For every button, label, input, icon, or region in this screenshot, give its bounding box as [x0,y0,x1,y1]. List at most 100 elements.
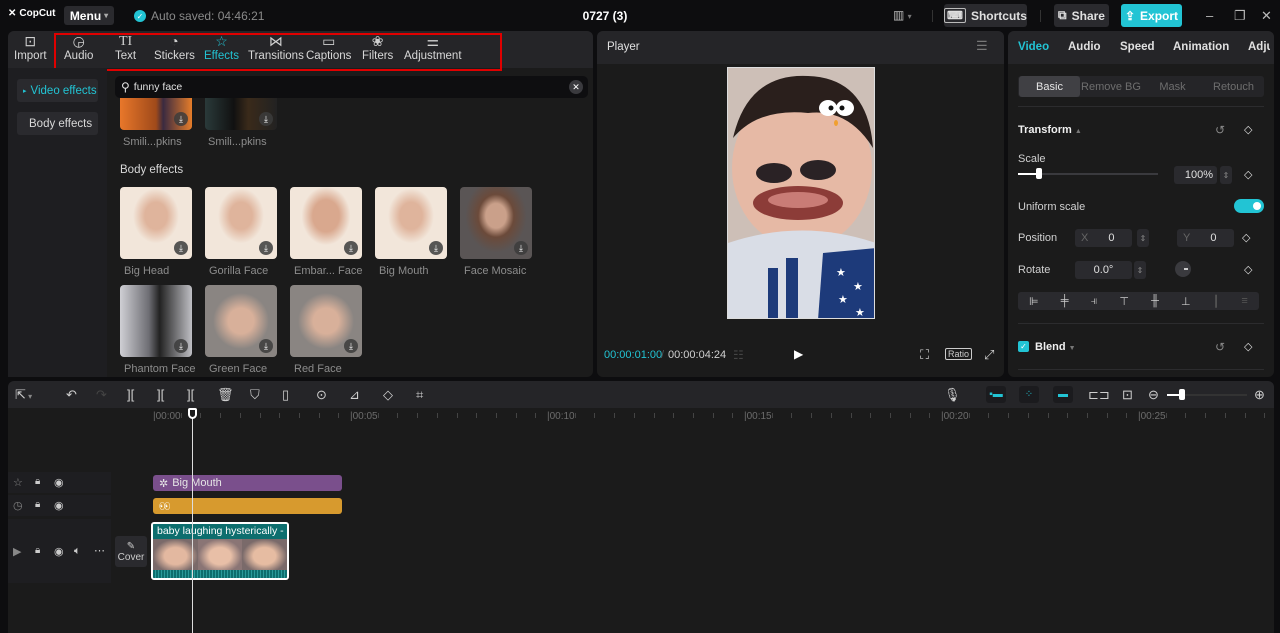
playhead[interactable] [192,410,193,633]
maximize-icon[interactable]: ❐ [1234,8,1246,24]
align-center-v-icon[interactable]: ╫ [1151,295,1159,307]
marker-icon[interactable]: ⛉ [250,387,260,403]
subtab-mask[interactable]: Mask [1142,76,1203,97]
freeze-icon[interactable]: ▯ [282,387,289,403]
auto-snap-icon[interactable]: ⁘ [1019,386,1039,403]
mirror-icon[interactable]: ⊿ [349,387,360,403]
keyframe-icon[interactable]: ◇ [1244,123,1252,136]
effect-thumbnail[interactable]: ⤓ [205,285,277,357]
scale-slider-handle[interactable] [1036,168,1042,179]
effect-thumbnail[interactable]: ⤓ [120,98,192,130]
split-left-icon[interactable]: ][ [157,387,164,402]
effect-thumbnail[interactable]: ⤓ [205,98,277,130]
download-icon[interactable]: ⤓ [174,339,188,353]
effect-thumbnail[interactable]: ⤓ [205,187,277,259]
linkage-icon[interactable]: ▬ [1053,386,1073,403]
effect-clip[interactable]: ✲ Big Mouth [153,475,342,491]
zoom-slider-handle[interactable] [1179,389,1185,400]
zoom-out-icon[interactable]: ⊖ [1148,387,1159,403]
distribute-h-icon[interactable]: ┃ [1213,295,1220,308]
effect-thumbnail[interactable]: ⤓ [120,285,192,357]
align-top-icon[interactable]: ⊤ [1119,295,1129,308]
close-window-icon[interactable]: ✕ [1261,8,1272,24]
align-bottom-icon[interactable]: ⊥ [1181,295,1191,308]
select-cursor-icon[interactable]: ⇱ ▾ [15,387,32,403]
category-body-effects[interactable]: Body effects [17,112,98,135]
microphone-icon[interactable]: 🎙 [944,387,961,403]
transform-title[interactable]: Transform ▲ [1018,124,1082,136]
keyframe-icon[interactable]: ◇ [1244,263,1252,276]
export-button[interactable]: ⇪ Export [1121,4,1182,27]
clear-search-icon[interactable]: ✕ [569,80,583,94]
blend-checkbox[interactable]: ✓ [1018,341,1029,352]
tab-audio[interactable]: Audio [1068,41,1101,53]
distribute-v-icon[interactable]: ≡ [1241,295,1247,307]
crop-icon[interactable]: ⌗ [416,387,423,403]
stepper-icon[interactable]: ⇕ [1220,166,1232,184]
lock-icon[interactable]: 🔒︎ [35,545,40,556]
tab-import[interactable]: ⊡ Import [14,33,47,62]
eye-icon[interactable]: ◉ [54,476,64,489]
download-icon[interactable]: ⤓ [344,241,358,255]
video-clip[interactable]: baby laughing hysterically - b [151,522,289,580]
shortcuts-button[interactable]: ⌨ Shortcuts [944,4,1027,27]
keyframe-icon[interactable]: ◇ [1244,168,1252,181]
effect-thumbnail[interactable]: ⤓ [290,285,362,357]
undo-icon[interactable]: ↶ [66,387,77,403]
hamburger-menu-icon[interactable]: ☰ [976,38,988,54]
effect-thumbnail[interactable]: ⤓ [290,187,362,259]
subtab-basic[interactable]: Basic [1019,76,1080,97]
video-preview[interactable]: ★ ★ ★ ★ [727,67,875,319]
stepper-icon[interactable]: ⇕ [1137,229,1149,247]
lock-icon[interactable]: 🔒︎ [35,499,40,510]
category-video-effects[interactable]: ▸ Video effects [17,79,98,102]
tab-animation[interactable]: Animation [1173,41,1229,53]
tab-speed[interactable]: Speed [1120,41,1155,53]
download-icon[interactable]: ⤓ [174,241,188,255]
reset-icon[interactable]: ↺ [1215,123,1225,137]
rotate-icon[interactable]: ◇ [383,387,393,403]
download-icon[interactable]: ⤓ [259,241,273,255]
eye-icon[interactable]: ◉ [54,545,64,558]
share-button[interactable]: ⧉ Share [1054,4,1109,27]
fullscreen-icon[interactable]: ⤢ [984,347,994,363]
subtab-remove-bg[interactable]: Remove BG [1080,76,1142,97]
tab-adjustment[interactable]: Adju [1248,41,1270,53]
speed-icon[interactable]: ⊙ [316,387,327,403]
effect-thumbnail[interactable]: ⤓ [375,187,447,259]
main-track-magnet-icon[interactable]: ▪▬ [986,386,1006,403]
zoom-in-icon[interactable]: ⊕ [1254,387,1265,403]
eye-icon[interactable]: ◉ [54,499,64,512]
download-icon[interactable]: ⤓ [259,339,273,353]
play-icon[interactable]: ▶ [794,347,803,361]
timeline-grid-icon[interactable]: ☷ [733,348,744,362]
audio-mute-icon[interactable]: 🔈︎ [74,545,81,558]
scale-input[interactable]: 100% [1174,166,1217,184]
lock-icon[interactable]: 🔒︎ [35,476,40,487]
cover-button[interactable]: ✎ Cover [115,536,147,567]
align-right-icon[interactable]: ⫣ [1091,295,1098,308]
keyframe-icon[interactable]: ◇ [1244,340,1252,353]
position-x-input[interactable]: X0 [1075,229,1132,247]
subtab-retouch[interactable]: Retouch [1203,76,1264,97]
split-right-icon[interactable]: ][ [187,387,194,402]
menu-button[interactable]: Menu ▾ [64,6,114,25]
effect-thumbnail[interactable]: ⤓ [460,187,532,259]
keyframe-icon[interactable]: ◇ [1242,231,1250,244]
effect-thumbnail[interactable]: ⤓ [120,187,192,259]
ratio-button[interactable]: Ratio [945,348,973,360]
preview-axis-icon[interactable]: ⊡ [1122,387,1133,403]
split-preview-icon[interactable]: ⊏⊐ [1088,387,1110,403]
rotate-dial[interactable] [1175,261,1191,277]
redo-icon[interactable]: ↷ [96,387,107,403]
minimize-icon[interactable]: – [1206,8,1213,23]
search-input[interactable]: ⚲ funny face [115,76,588,98]
reset-icon[interactable]: ↺ [1215,340,1225,354]
download-icon[interactable]: ⤓ [429,241,443,255]
download-icon[interactable]: ⤓ [514,241,528,255]
sticker-clip[interactable]: 👀︎ [153,498,342,514]
more-icon[interactable]: ⋯ [94,544,105,557]
delete-icon[interactable]: 🗑 [217,387,234,403]
split-icon[interactable]: ][ [127,387,134,402]
uniform-scale-toggle[interactable] [1234,199,1264,213]
